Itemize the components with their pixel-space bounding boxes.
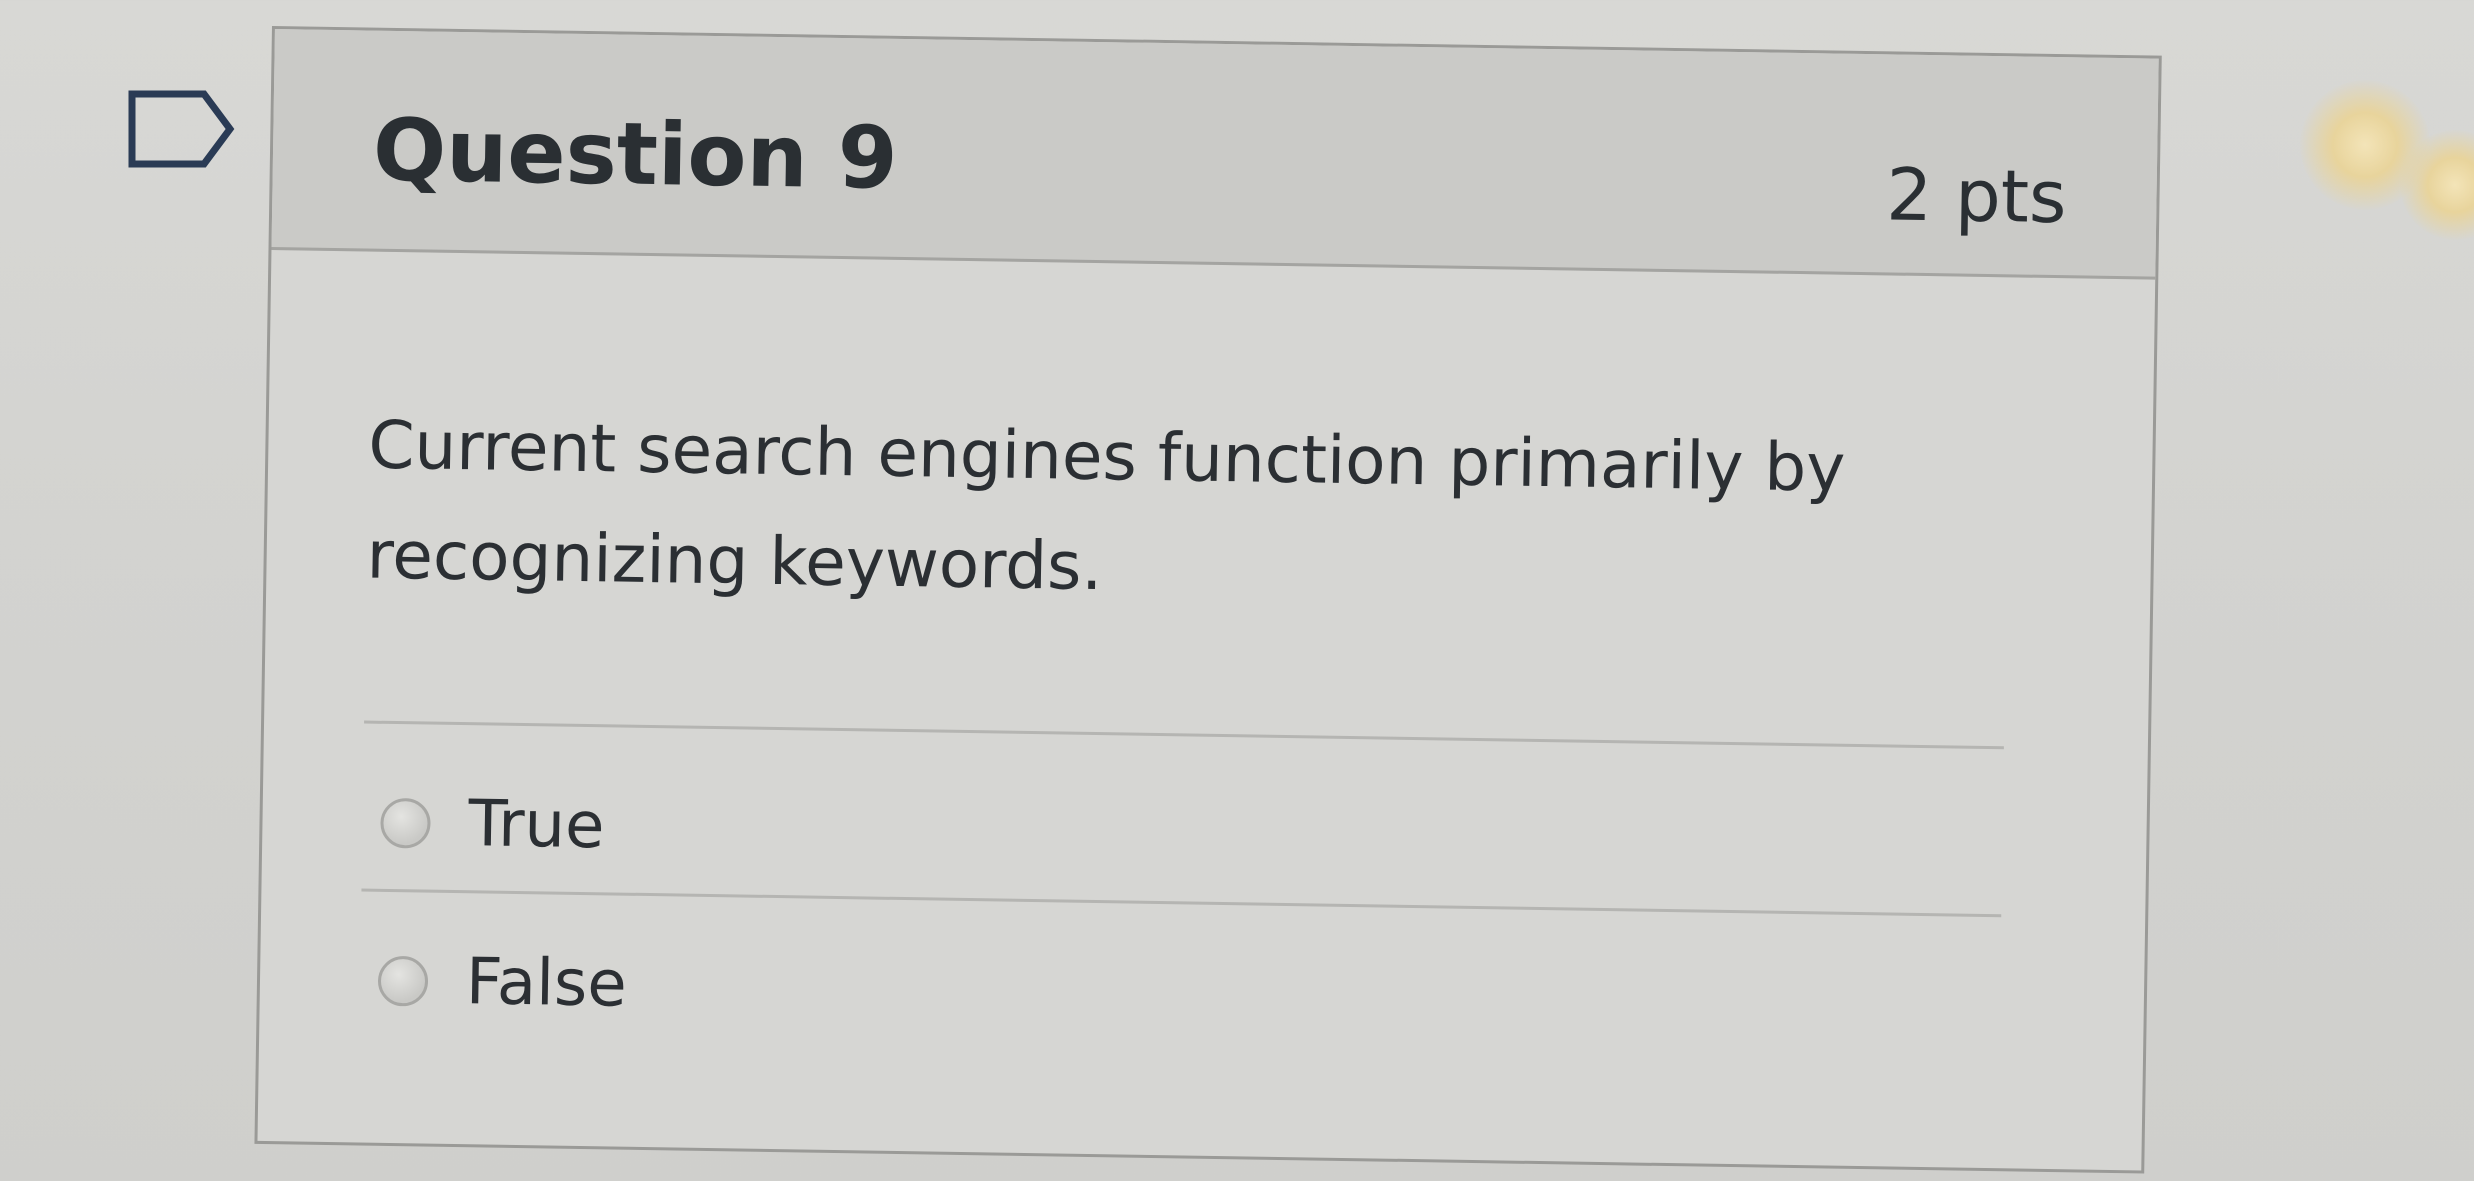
answer-divider-top [364, 720, 2004, 750]
question-points: 2 pts [1885, 152, 2068, 240]
answer-option-true[interactable]: True [380, 783, 605, 867]
radio-true[interactable] [380, 797, 431, 849]
answer-divider-middle [361, 888, 2002, 918]
radio-false[interactable] [377, 955, 429, 1007]
question-text: Current search engines function primaril… [366, 406, 1846, 606]
answer-option-false[interactable]: False [377, 941, 627, 1025]
flag-question-icon[interactable] [126, 88, 236, 170]
question-title: Question 9 [372, 100, 899, 209]
question-card: Question 9 2 pts Current search engines … [254, 26, 2162, 1174]
answer-label-false[interactable]: False [465, 945, 627, 1022]
answer-label-true[interactable]: True [468, 787, 605, 863]
question-header: Question 9 2 pts [271, 29, 2159, 280]
